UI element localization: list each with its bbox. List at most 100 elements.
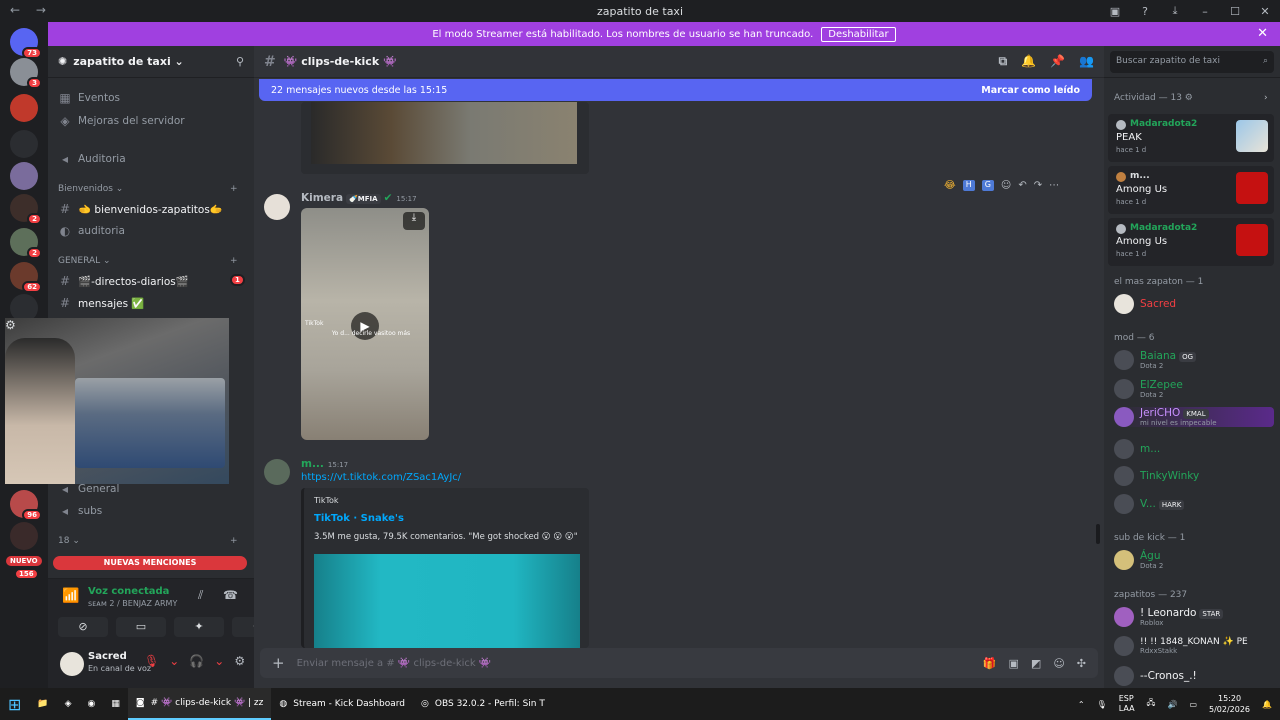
- member-item[interactable]: Sacred: [1114, 294, 1274, 314]
- mic-muted-icon[interactable]: 🎙: [144, 654, 159, 668]
- settings-gear-icon[interactable]: ⚙: [234, 654, 245, 668]
- server-icon[interactable]: 62: [10, 262, 42, 293]
- nav-arrows[interactable]: ← →: [10, 3, 52, 17]
- server-icon[interactable]: [10, 162, 38, 190]
- new-messages-bar[interactable]: 22 mensajes nuevos desde las 15:15 Marca…: [259, 79, 1092, 101]
- embed-thumbnail[interactable]: [314, 554, 580, 648]
- forward-icon[interactable]: ↷: [1034, 180, 1042, 191]
- avatar[interactable]: [60, 652, 84, 676]
- pin-icon[interactable]: 📌: [1050, 54, 1065, 69]
- network-icon[interactable]: 🖧: [1147, 697, 1156, 711]
- file-explorer-icon[interactable]: 📁: [29, 688, 56, 720]
- member-item[interactable]: !! !! 1848_KONAN ✨ PE RdxxStakk: [1114, 636, 1274, 656]
- add-channel-icon[interactable]: +: [230, 536, 238, 546]
- voice-channel-subs[interactable]: ◂ subs: [58, 504, 102, 518]
- channel-bienvenidos[interactable]: # 🫲 bienvenidos-zapatitos🫱: [58, 202, 223, 216]
- member-item[interactable]: JeriCHO KMAL mi nivel es impecable: [1114, 407, 1274, 427]
- message-composer[interactable]: + Enviar mensaje a # 👾 clips-de-kick 👾 🎁…: [260, 648, 1098, 678]
- banner-close-icon[interactable]: ✕: [1257, 26, 1268, 41]
- new-mentions-pill[interactable]: NUEVAS MENCIONES: [53, 556, 247, 570]
- activity-card[interactable]: m... Among Us hace 1 d: [1108, 166, 1274, 214]
- battery-icon[interactable]: ▭: [1189, 700, 1197, 709]
- voice-channel-general[interactable]: ◂ General: [58, 482, 119, 496]
- language-indicator[interactable]: ESP LAA: [1119, 694, 1135, 714]
- add-channel-icon[interactable]: +: [230, 256, 238, 266]
- threads-icon[interactable]: ⧉: [999, 54, 1008, 69]
- server-icon[interactable]: 2: [10, 228, 42, 259]
- add-reaction-icon[interactable]: ☺: [1001, 180, 1011, 191]
- chevron-down-icon[interactable]: ⌄: [214, 654, 224, 668]
- image-attachment[interactable]: [301, 102, 589, 174]
- members-icon[interactable]: 👥: [1079, 54, 1094, 69]
- minimize-button[interactable]: –: [1190, 5, 1220, 18]
- member-item[interactable]: ! Leonardo STAR Roblox: [1114, 607, 1274, 627]
- gif-icon[interactable]: ▣: [1009, 657, 1019, 670]
- server-folder-icon[interactable]: [10, 130, 38, 158]
- disconnect-icon[interactable]: ☎: [223, 588, 238, 602]
- add-channel-icon[interactable]: +: [230, 184, 238, 194]
- server-icon[interactable]: 3: [10, 58, 42, 89]
- chevron-down-icon[interactable]: ⌄: [169, 654, 179, 668]
- reply-icon[interactable]: ↶: [1018, 180, 1026, 191]
- member-item[interactable]: Baiana OG Dota 2: [1114, 350, 1274, 370]
- camera-off-button[interactable]: ⊘: [58, 617, 108, 637]
- category-general[interactable]: GENERAL ⌄ +: [58, 256, 238, 266]
- sticker-icon[interactable]: ◩: [1031, 657, 1041, 670]
- reaction-h-icon[interactable]: H: [962, 180, 975, 191]
- more-icon[interactable]: ⋯: [1049, 180, 1059, 191]
- apps-icon[interactable]: ✣: [1077, 657, 1086, 670]
- mark-read-button[interactable]: Marcar como leído: [981, 85, 1080, 96]
- maximize-button[interactable]: ☐: [1220, 5, 1250, 18]
- video-attachment[interactable]: ⤓ TikTok ▶ Yo d... decirle vasitoo más: [301, 208, 429, 440]
- taskbar-app-obs[interactable]: ◎ OBS 32.0.2 - Perfil: Sin T: [413, 688, 553, 720]
- activity-header[interactable]: Actividad — 13 ⚙ ›: [1114, 93, 1268, 103]
- category-bienvenidos[interactable]: Bienvenidos ⌄ +: [58, 184, 238, 194]
- headphones-muted-icon[interactable]: 🎧: [189, 654, 204, 668]
- channel-directos-diarios[interactable]: # 🎬-directos-diarios🎬 1: [58, 274, 245, 288]
- add-member-icon[interactable]: ⚲: [236, 55, 244, 68]
- emoji-icon[interactable]: ☺: [1053, 657, 1064, 670]
- activity-card[interactable]: Madaradota2 Among Us hace 1 d: [1108, 218, 1274, 266]
- mic-icon[interactable]: 🎙: [1097, 700, 1107, 709]
- gear-icon[interactable]: ⚙: [5, 318, 16, 332]
- member-item[interactable]: V... HARK: [1114, 494, 1274, 514]
- noise-suppression-icon[interactable]: ⫽: [198, 588, 203, 603]
- message-link[interactable]: https://vt.tiktok.com/ZSac1AyJc/: [301, 472, 461, 483]
- avatar[interactable]: [264, 459, 290, 485]
- channel-auditoria[interactable]: ◐ auditoria: [58, 224, 125, 238]
- sidebar-item-auditoria-stage[interactable]: ◂ Auditoria: [58, 152, 126, 166]
- inbox-icon[interactable]: ▣: [1100, 5, 1130, 18]
- server-icon[interactable]: 96: [10, 490, 42, 521]
- activities-button[interactable]: ✦: [174, 617, 224, 637]
- member-item[interactable]: TinkyWinky: [1114, 466, 1274, 486]
- voice-channel-name[interactable]: ꜱᴇᴀᴍ 2 / BENJAZ ARMY: [88, 599, 177, 608]
- help-icon[interactable]: ?: [1130, 5, 1160, 18]
- disable-streamer-button[interactable]: Deshabilitar: [821, 26, 896, 42]
- server-icon[interactable]: 2: [10, 194, 42, 225]
- reaction-g-icon[interactable]: G: [981, 180, 994, 191]
- activity-card[interactable]: Madaradota2 PEAK hace 1 d: [1108, 114, 1274, 162]
- taskbar-app-chrome[interactable]: ◍ Stream - Kick Dashboard: [271, 688, 413, 720]
- add-attachment-icon[interactable]: +: [272, 654, 285, 672]
- windows-start-icon[interactable]: ⊞: [0, 688, 29, 720]
- category-18[interactable]: 18 ⌄ +: [58, 536, 238, 546]
- sidebar-item-boosts[interactable]: ◈ Mejoras del servidor: [58, 114, 184, 128]
- sidebar-item-events[interactable]: ▦ Eventos: [58, 91, 120, 105]
- member-item[interactable]: Águ Dota 2: [1114, 550, 1274, 570]
- download-icon[interactable]: ⤓: [1160, 4, 1190, 18]
- close-button[interactable]: ✕: [1250, 5, 1280, 18]
- scrollbar[interactable]: [1096, 524, 1100, 544]
- dm-home-icon[interactable]: 73: [10, 28, 42, 59]
- notifications-icon[interactable]: 🔔: [1262, 700, 1272, 709]
- channel-mensajes[interactable]: # mensajes ✅: [58, 296, 145, 310]
- message-author[interactable]: m... 15:17: [301, 458, 348, 470]
- bell-icon[interactable]: 🔔: [1021, 54, 1036, 69]
- chevron-right-icon[interactable]: ›: [1264, 93, 1268, 103]
- composer-placeholder[interactable]: Enviar mensaje a # 👾 clips-de-kick 👾: [297, 658, 492, 669]
- search-input[interactable]: Buscar zapatito de taxi ⌕: [1110, 51, 1274, 73]
- download-icon[interactable]: ⤓: [403, 212, 425, 230]
- clock[interactable]: 15:20 5/02/2026: [1209, 693, 1250, 715]
- guild-header[interactable]: ✺ zapatito de taxi ⌄ ⚲: [48, 46, 254, 78]
- copilot-icon[interactable]: ◈: [57, 688, 80, 720]
- gift-icon[interactable]: 🎁: [983, 657, 997, 670]
